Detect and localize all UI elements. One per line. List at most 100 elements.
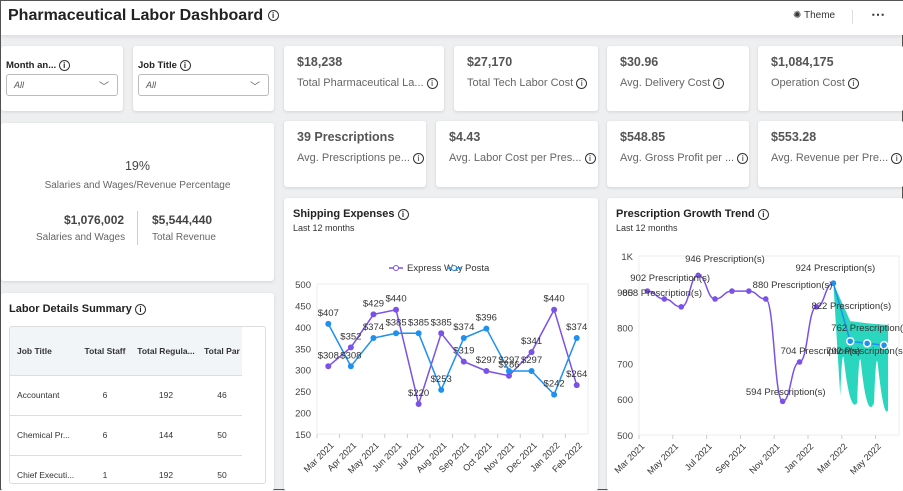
y-tick-label: 1K — [621, 252, 633, 263]
info-icon[interactable]: i — [134, 303, 146, 315]
table-cell: 192 — [158, 470, 174, 481]
y-tick-label: 250 — [295, 387, 311, 398]
info-icon[interactable]: i — [58, 60, 70, 71]
column-header[interactable]: Total Par — [202, 327, 242, 375]
data-point — [460, 358, 467, 365]
table-cell: 1 — [102, 470, 108, 481]
legend-label: Posta — [465, 263, 490, 274]
chevron-down-icon: ﹀ — [99, 82, 109, 93]
data-point — [370, 311, 377, 318]
column-header[interactable]: Total Staff — [80, 327, 130, 375]
y-tick-label: 400 — [295, 323, 311, 334]
labor-details-card: Labor Details Summary i Job Title Total S… — [1, 293, 274, 491]
info-icon[interactable]: i — [848, 77, 860, 89]
filter-label: Job Title i — [138, 60, 191, 71]
page-title: Pharmaceutical Labor Dashboard i — [8, 7, 279, 25]
data-label: $396 — [476, 313, 497, 324]
data-label: 762 Prescription(s) — [831, 323, 903, 334]
percent-label: Salaries and Wages/Revenue Percentage — [44, 180, 231, 191]
data-point — [729, 288, 735, 294]
info-icon[interactable]: i — [737, 152, 749, 164]
kpi-label-text: Total Tech Labor Cost — [467, 77, 574, 89]
info-icon[interactable]: i — [412, 152, 424, 164]
info-icon[interactable]: i — [179, 60, 191, 71]
data-label: $253 — [431, 374, 452, 385]
prescription-growth-card: Prescription Growth Trend i Last 12 mont… — [607, 198, 903, 491]
salaries-value: $1,076,002 — [64, 213, 125, 227]
info-icon[interactable]: i — [891, 152, 903, 164]
filter-label-text: Month an... — [6, 60, 57, 72]
data-point — [370, 335, 377, 341]
data-point — [712, 296, 718, 302]
revenue-value: $5,544,440 — [152, 213, 213, 227]
data-label: $264 — [566, 369, 587, 380]
kpi-label: Operation Cost i — [771, 77, 860, 89]
y-tick-label: 500 — [617, 431, 633, 442]
kpi-label-text: Avg. Labor Cost per Pres... — [449, 152, 582, 164]
y-tick-label: 500 — [295, 280, 311, 291]
table-cell: Chief Executi... — [17, 470, 75, 481]
data-point — [347, 363, 354, 370]
legend-marker-dot — [451, 265, 457, 271]
table-cell: 46 — [217, 390, 227, 400]
salaries-label: Salaries and Wages — [36, 232, 126, 243]
data-label: $352 — [340, 331, 361, 342]
data-label: 924 Prescription(s) — [795, 263, 875, 274]
table-row[interactable]: Chief Executi... 1 192 50 — [10, 455, 242, 483]
info-icon[interactable]: i — [267, 10, 279, 22]
shipping-chart: 150200250300350400450500Mar 2021Apr 2021… — [295, 263, 589, 475]
table-cell: 6 — [102, 390, 108, 400]
kpi-value: $27,170 — [467, 55, 513, 69]
table-cell: 144 — [158, 430, 174, 440]
kpi-value: $30.96 — [620, 55, 659, 69]
job-title-select[interactable]: All ﹀ — [138, 74, 269, 96]
table-cell: 6 — [102, 430, 108, 440]
column-header[interactable]: Total Regula... — [130, 327, 202, 375]
table-cell: Accountant — [17, 390, 60, 400]
forecast-point — [846, 336, 855, 346]
title-text: Pharmaceutical Labor Dashboard — [8, 7, 264, 24]
kpi-label: Total Tech Labor Cost i — [467, 77, 588, 89]
data-label: $374 — [363, 322, 384, 333]
chevron-down-icon: ﹀ — [250, 82, 260, 93]
data-label: $385 — [408, 317, 429, 328]
column-header[interactable]: Job Title — [10, 327, 80, 375]
select-value: All — [14, 80, 25, 90]
data-label: 858 Prescription(s) — [622, 288, 702, 299]
kpi-label-text: Avg. Delivery Cost — [620, 77, 711, 89]
theme-label: Theme — [804, 10, 836, 21]
theme-button[interactable]: ✺ Theme — [793, 10, 835, 21]
kpi-label-text: Avg. Prescriptions pe... — [297, 152, 410, 164]
kpi-label: Total Pharmaceutical La... i — [297, 77, 438, 89]
table-cell: 50 — [217, 430, 227, 440]
kpi-label: Avg. Labor Cost per Pres... i — [449, 152, 596, 164]
data-label: 702 Prescription(s) — [826, 346, 903, 357]
legend-marker-dot — [393, 265, 399, 271]
data-label: $308 — [318, 350, 339, 361]
y-tick-label: 150 — [295, 430, 311, 441]
data-label: $220 — [408, 388, 429, 399]
percent-value: 19% — [124, 159, 151, 173]
table-row[interactable]: Accountant 6 192 46 — [10, 375, 242, 415]
info-icon[interactable]: i — [426, 77, 438, 89]
data-label: 946 Prescription(s) — [685, 254, 765, 265]
labor-title: Labor Details Summary i — [9, 303, 146, 315]
data-label: $440 — [385, 294, 406, 305]
ellipsis-icon[interactable]: ⋯ — [871, 6, 885, 23]
kpi-value: 39 Prescriptions — [297, 130, 395, 144]
data-point — [528, 368, 535, 374]
data-point — [415, 330, 422, 337]
info-icon[interactable]: i — [576, 77, 588, 89]
filter-job-title: Job Title i All ﹀ — [133, 46, 274, 111]
info-icon[interactable]: i — [713, 77, 725, 89]
data-label: $297 — [498, 355, 519, 366]
kpi-card: $18,238 Total Pharmaceutical La... i — [284, 46, 444, 111]
kpi-label: Avg. Delivery Cost i — [620, 77, 725, 89]
data-label: $297 — [521, 355, 542, 366]
data-point — [393, 330, 400, 337]
info-icon[interactable]: i — [584, 152, 596, 164]
data-label: 880 Prescription(s) — [753, 280, 833, 291]
month-select[interactable]: All ﹀ — [6, 74, 118, 96]
table-cell: 50 — [217, 470, 227, 481]
table-row[interactable]: Chemical Pr... 6 144 50 — [10, 415, 242, 455]
